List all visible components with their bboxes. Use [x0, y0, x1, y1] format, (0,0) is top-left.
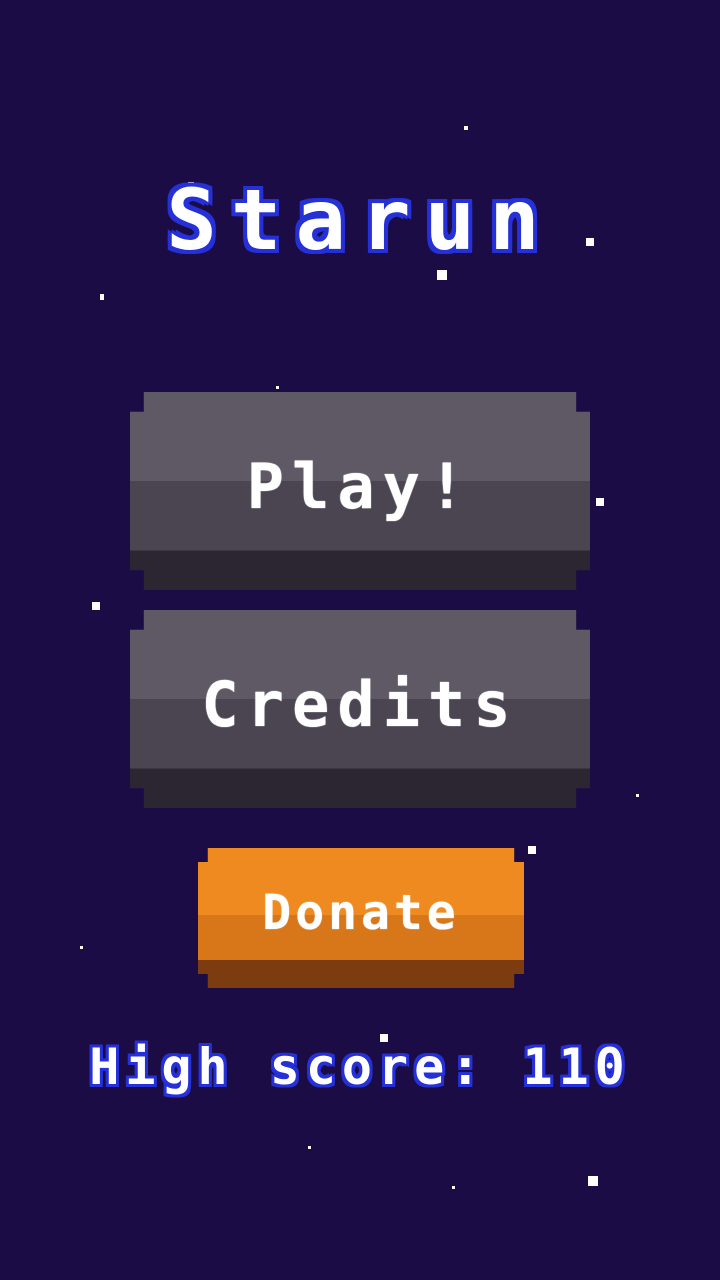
- game-title: Starun: [166, 171, 554, 269]
- star: [100, 294, 104, 300]
- donate-button-label: Donate: [262, 885, 460, 941]
- star: [452, 1186, 455, 1189]
- star: [437, 270, 447, 280]
- star: [636, 794, 639, 797]
- donate-button[interactable]: Donate: [198, 848, 524, 988]
- star: [80, 946, 83, 949]
- star: [528, 846, 536, 854]
- credits-button[interactable]: Credits: [130, 610, 590, 808]
- high-score-label: High score:: [89, 1038, 487, 1096]
- high-score-value: 110: [522, 1038, 631, 1096]
- star: [596, 498, 604, 506]
- play-button-label: Play!: [246, 449, 474, 523]
- star: [276, 386, 279, 389]
- credits-button-label: Credits: [201, 667, 519, 741]
- star: [308, 1146, 311, 1149]
- high-score: High score: 110: [0, 1042, 720, 1092]
- star: [588, 1176, 598, 1186]
- star: [92, 602, 100, 610]
- star: [464, 126, 468, 130]
- play-button[interactable]: Play!: [130, 392, 590, 590]
